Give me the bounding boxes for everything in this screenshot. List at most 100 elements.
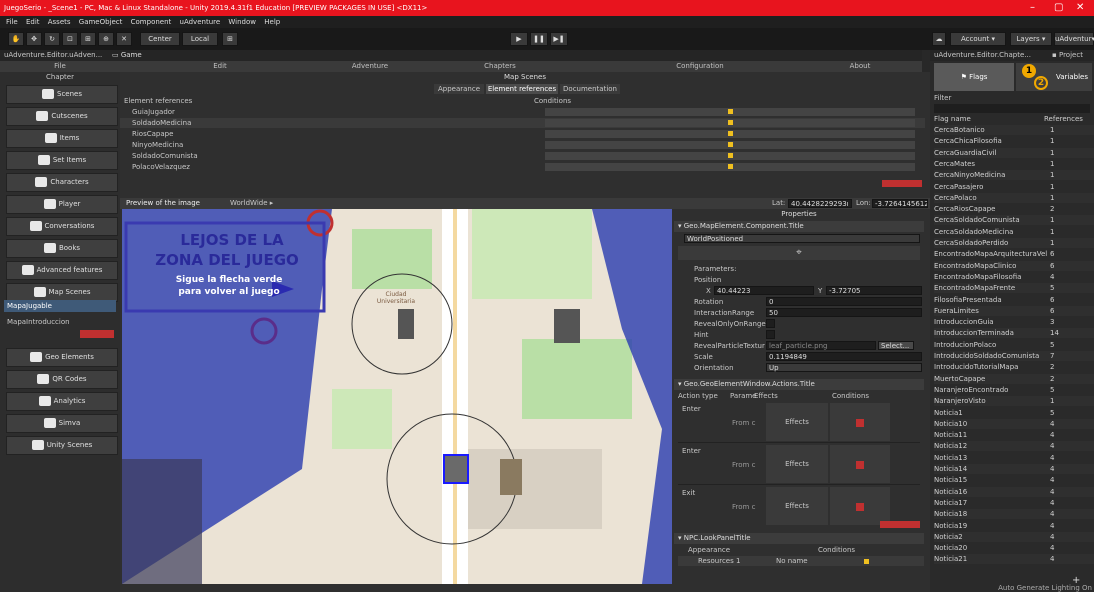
tab-file[interactable]: File: [0, 61, 120, 72]
section-map-element[interactable]: ▾ Geo.MapElement.Component.Title: [674, 221, 924, 232]
flag-row[interactable]: Noticia14 4: [934, 464, 1094, 474]
flag-row[interactable]: Noticia20 4: [934, 543, 1094, 553]
tab-about[interactable]: About: [800, 61, 920, 72]
effects-button[interactable]: Effects: [766, 403, 828, 441]
condition-marker[interactable]: [728, 131, 733, 136]
ref-row[interactable]: SoldadoMedicina: [120, 118, 925, 128]
y-input[interactable]: -3.72705: [826, 286, 922, 295]
nav-characters[interactable]: Characters: [6, 173, 118, 192]
flag-row[interactable]: CercaBotanico 1: [934, 125, 1094, 135]
flag-row[interactable]: EncontradoMapaClinico 6: [934, 260, 1094, 271]
section-actions[interactable]: ▾ Geo.GeoElementWindow.Actions.Title: [674, 379, 924, 390]
projection-dropdown[interactable]: WorldWide ▸: [230, 198, 273, 209]
select-button[interactable]: Select...: [878, 341, 914, 350]
resource-row[interactable]: Resources 1 No name: [678, 556, 924, 566]
map-preview[interactable]: LEJOS DE LA ZONA DEL JUEGO Sigue la flec…: [122, 209, 672, 584]
flag-row[interactable]: EncontradoMapaArquitecturaVel 6: [934, 249, 1094, 259]
ref-row[interactable]: GuiaJugador: [120, 107, 925, 117]
flag-row[interactable]: Noticia10 4: [934, 418, 1094, 429]
flag-row[interactable]: Noticia2 4: [934, 531, 1094, 542]
positioning-dropdown[interactable]: WorldPositioned: [684, 234, 920, 243]
minimize-button[interactable]: –: [1030, 0, 1035, 16]
menu-edit[interactable]: Edit: [26, 18, 40, 26]
flag-row[interactable]: IntroducidoSoldadoComunista 7: [934, 351, 1094, 361]
flag-row[interactable]: MuertoCapape 2: [934, 373, 1094, 384]
flag-row[interactable]: Noticia21 4: [934, 554, 1094, 565]
hand-tool-icon[interactable]: ✋: [8, 32, 24, 46]
pivot-local-button[interactable]: Local: [182, 32, 218, 46]
flag-row[interactable]: EncontradoMapaFilosofia 4: [934, 272, 1094, 282]
condition-marker[interactable]: [728, 164, 733, 169]
flag-row[interactable]: CercaChicaFilosofia 1: [934, 136, 1094, 146]
cloud-icon[interactable]: ☁: [932, 32, 946, 46]
flag-row[interactable]: CercaPolaco 1: [934, 192, 1094, 203]
condition-marker[interactable]: [728, 109, 733, 114]
menu-gameobject[interactable]: GameObject: [79, 18, 123, 26]
list-edit-buttons[interactable]: [80, 330, 114, 338]
map-list-item-selected[interactable]: MapaJugable: [4, 300, 116, 312]
menu-window[interactable]: Window: [228, 18, 256, 26]
flag-row[interactable]: FueraLimites 6: [934, 305, 1094, 316]
flag-row[interactable]: Noticia16 4: [934, 486, 1094, 497]
effects-button[interactable]: Effects: [766, 445, 828, 483]
move-tool-icon[interactable]: ✥: [26, 32, 42, 46]
flag-row[interactable]: CercaSoldadoPerdido 1: [934, 238, 1094, 248]
conditions-button[interactable]: [830, 403, 890, 441]
flag-row[interactable]: Noticia11 4: [934, 430, 1094, 440]
flag-row[interactable]: IntroduccionGuia 3: [934, 317, 1094, 327]
nav-qr-codes[interactable]: QR Codes: [6, 370, 118, 389]
nav-scenes[interactable]: Scenes: [6, 85, 118, 104]
layout-dropdown[interactable]: uAdventur▾: [1054, 32, 1094, 46]
condition-marker[interactable]: [728, 120, 733, 125]
flag-row[interactable]: CercaGuardiaCivil 1: [934, 147, 1094, 158]
ref-row[interactable]: PolacoVelazquez: [120, 162, 925, 172]
effects-button[interactable]: Effects: [766, 487, 828, 525]
tab-game[interactable]: ▭ Game: [112, 50, 142, 61]
lat-input[interactable]: 40.4428229293ı: [788, 199, 852, 208]
rect-tool-icon[interactable]: ⊞: [80, 32, 96, 46]
maximize-button[interactable]: ▢: [1054, 0, 1063, 16]
subtab-documentation[interactable]: Documentation: [560, 84, 620, 94]
nav-geo-elements[interactable]: Geo Elements: [6, 348, 118, 367]
particle-input[interactable]: leaf_particle.png: [766, 341, 876, 350]
conditions-button[interactable]: [830, 487, 890, 525]
step-button-icon[interactable]: ▶❚: [550, 32, 568, 46]
nav-cutscenes[interactable]: Cutscenes: [6, 107, 118, 126]
nav-player[interactable]: Player: [6, 195, 118, 214]
flag-row[interactable]: CercaSoldadoMedicina 1: [934, 227, 1094, 237]
scale-tool-icon[interactable]: ⊡: [62, 32, 78, 46]
tab-project[interactable]: ▪ Project: [1052, 50, 1083, 61]
account-dropdown[interactable]: Account ▾: [950, 32, 1006, 46]
ref-row[interactable]: NinyoMedicina: [120, 140, 925, 150]
conditions-button[interactable]: [830, 445, 890, 483]
tab-configuration[interactable]: Configuration: [640, 61, 760, 72]
menu-help[interactable]: Help: [264, 18, 280, 26]
nav-simva[interactable]: Simva: [6, 414, 118, 433]
flags-tab-button[interactable]: ⚑ Flags: [934, 63, 1014, 91]
flag-row[interactable]: CercaPasajero 1: [934, 182, 1094, 192]
flag-row[interactable]: Noticia15 4: [934, 475, 1094, 485]
subtab-element-references[interactable]: Element references: [486, 84, 558, 94]
hint-checkbox[interactable]: [766, 330, 775, 339]
flag-row[interactable]: IntroducionPolaco 5: [934, 340, 1094, 350]
pivot-center-button[interactable]: Center: [140, 32, 180, 46]
flag-row[interactable]: CercaNinyoMedicina 1: [934, 170, 1094, 181]
ref-list-buttons[interactable]: [882, 180, 922, 187]
nav-advanced-features[interactable]: Advanced features: [6, 261, 118, 280]
nav-analytics[interactable]: Analytics: [6, 392, 118, 411]
flag-row[interactable]: FilosofiaPresentada 6: [934, 295, 1094, 305]
condition-marker[interactable]: [864, 559, 869, 564]
section-look-panel[interactable]: ▾ NPC.LookPanelTitle: [674, 533, 924, 544]
flag-row[interactable]: IntroducidoTutorialMapa 2: [934, 362, 1094, 372]
condition-marker[interactable]: [728, 153, 733, 158]
filter-input[interactable]: [934, 104, 1090, 113]
pause-button-icon[interactable]: ❚❚: [530, 32, 548, 46]
subtab-appearance[interactable]: Appearance: [434, 84, 484, 94]
ref-row[interactable]: SoldadoComunista: [120, 151, 925, 161]
target-icon[interactable]: ⌖: [678, 246, 920, 260]
x-input[interactable]: 40.44223: [714, 286, 814, 295]
tab-chapters[interactable]: Chapters: [440, 61, 560, 72]
nav-set-items[interactable]: Set Items: [6, 151, 118, 170]
condition-marker[interactable]: [728, 142, 733, 147]
tab-chapter-editor[interactable]: uAdventure.Editor.Chapte...: [934, 50, 1031, 61]
